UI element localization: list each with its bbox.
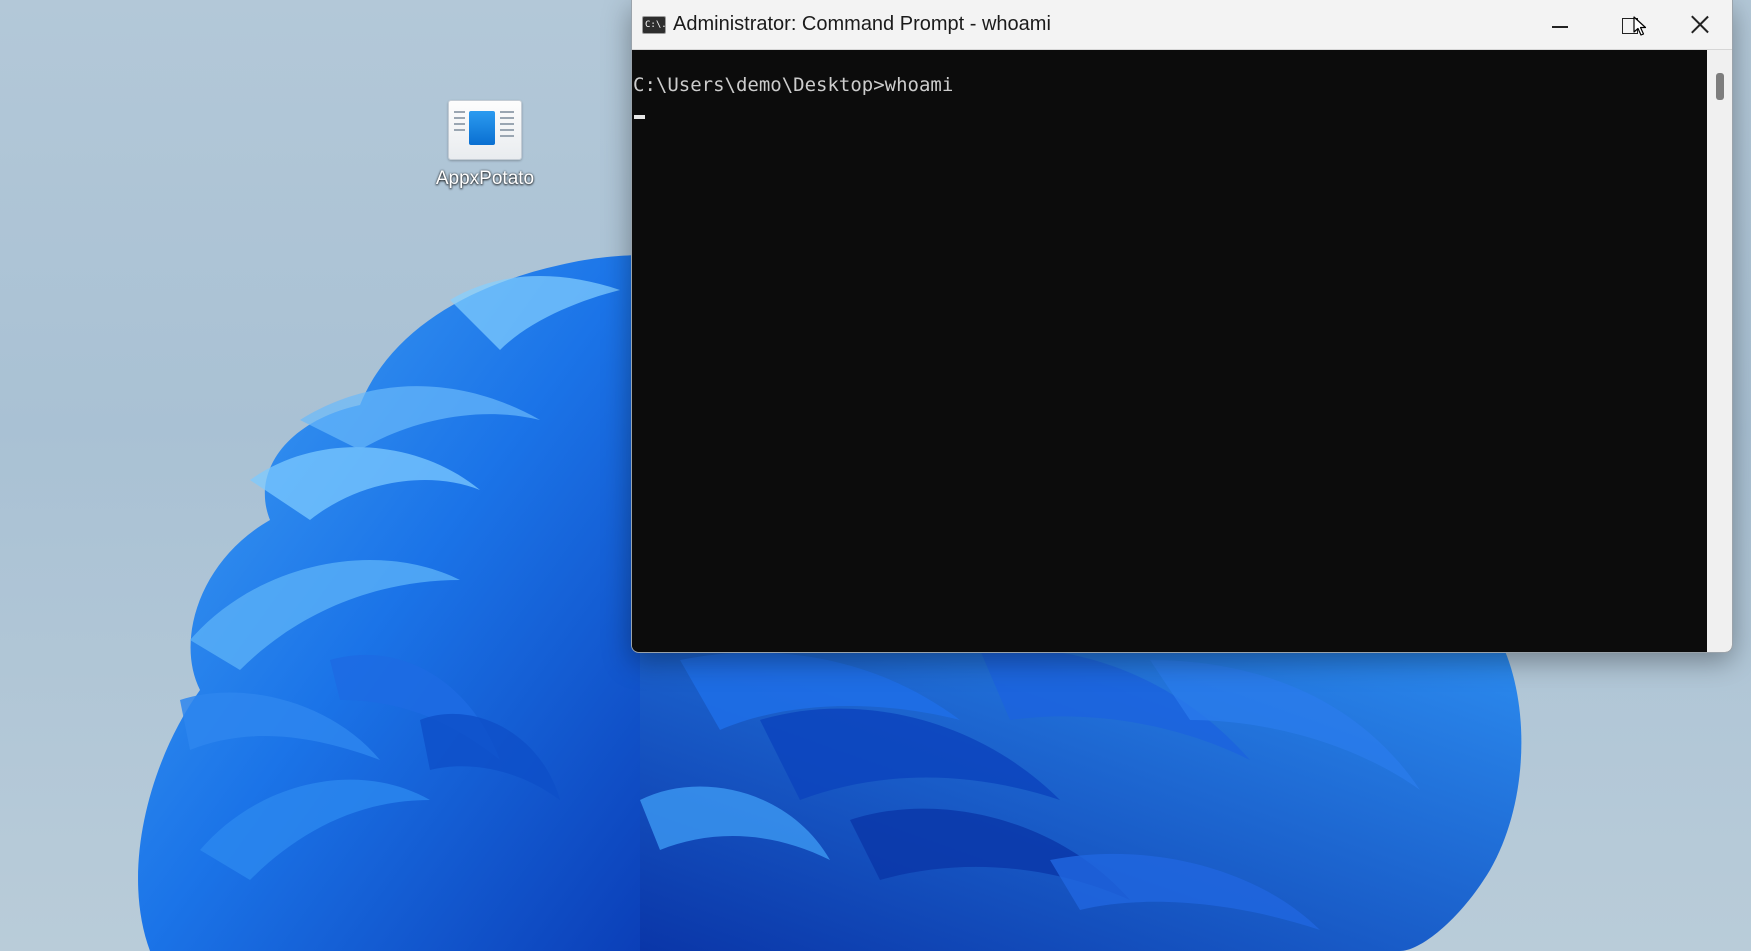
mouse-pointer-icon (1633, 16, 1647, 36)
maximize-button[interactable] (1595, 0, 1665, 49)
console-output[interactable]: C:\Users\demo\Desktop>whoami (632, 50, 1707, 652)
close-button[interactable] (1665, 0, 1732, 49)
command-prompt-icon: C:\. (642, 16, 667, 34)
console-line: C:\Users\demo\Desktop>whoami (633, 74, 954, 96)
vertical-scrollbar[interactable] (1707, 50, 1732, 652)
desktop: AppxPotato C:\. Administrator: Command P… (0, 0, 1751, 951)
command-prompt-window[interactable]: C:\. Administrator: Command Prompt - who… (631, 0, 1733, 653)
minimize-icon (1552, 26, 1568, 28)
close-icon (1690, 14, 1710, 34)
app-file-icon (448, 100, 522, 160)
window-title: Administrator: Command Prompt - whoami (673, 13, 1051, 35)
title-bar[interactable]: C:\. Administrator: Command Prompt - who… (632, 0, 1732, 50)
desktop-icon-label: AppxPotato (435, 168, 535, 189)
scrollbar-thumb[interactable] (1716, 73, 1724, 100)
text-cursor-caret (634, 115, 645, 119)
minimize-button[interactable] (1525, 0, 1595, 49)
desktop-icon-appxpotato[interactable]: AppxPotato (420, 100, 550, 190)
